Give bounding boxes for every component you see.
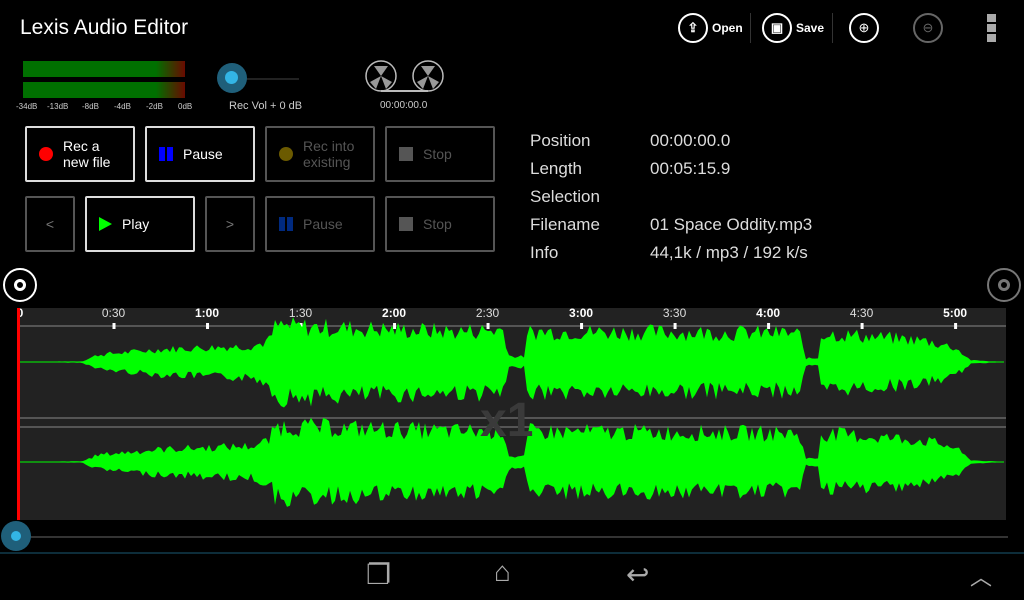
length-value: 00:05:15.9 <box>650 159 731 178</box>
db-label: -4dB <box>114 102 131 111</box>
stop-record-button[interactable]: Stop <box>385 126 495 182</box>
timeline-label: 2:00 <box>382 306 407 320</box>
info-values: 00:00:00.0 00:05:15.9 01 Space Oddity.mp… <box>650 127 812 267</box>
next-label: > <box>225 216 235 232</box>
open-button[interactable]: ⇪ Open <box>678 13 743 43</box>
prev-label: < <box>45 216 55 232</box>
zoom-level-label: x1 <box>480 394 534 447</box>
recent-apps-icon[interactable]: ❐ <box>366 558 391 591</box>
timeline-tick <box>954 323 958 329</box>
app-title: Lexis Audio Editor <box>20 16 189 39</box>
rec-into-existing-button[interactable]: Rec into existing <box>265 126 375 182</box>
timeline-tick <box>673 323 677 329</box>
timeline-label: 1:00 <box>195 306 220 320</box>
timeline-tick <box>860 323 864 329</box>
timeline-label: 0:30 <box>101 306 126 320</box>
info-labels: Position Length Selection Filename Info <box>530 127 600 267</box>
db-label: -34dB <box>16 102 38 111</box>
level-meter-right <box>23 82 185 98</box>
info-value: 44,1k / mp3 / 192 k/s <box>650 243 808 262</box>
open-file-icon: ⇪ <box>678 13 708 43</box>
timeline-label: 3:30 <box>662 306 687 320</box>
level-meter-left <box>23 61 185 77</box>
stop-label: Stop <box>423 216 452 232</box>
db-label: -8dB <box>82 102 99 111</box>
tape-time: 00:00:00.0 <box>380 100 428 111</box>
rec-existing-label: Rec into existing <box>303 138 355 170</box>
save-button[interactable]: ▣ Save <box>762 13 824 43</box>
info-label: Position <box>530 131 591 150</box>
menu-up-icon[interactable]: ︿ <box>970 560 992 592</box>
timeline-tick <box>486 323 490 329</box>
timeline-tick <box>112 323 116 329</box>
play-button[interactable]: Play <box>85 196 195 252</box>
timeline-tick <box>580 323 584 329</box>
db-label: -13dB <box>47 102 69 111</box>
zoom-out-icon[interactable]: ⊖ <box>913 13 943 43</box>
pause-record-button[interactable]: Pause <box>145 126 255 182</box>
rec-new-label: Rec a new file <box>63 138 111 170</box>
timeline-tick <box>206 323 210 329</box>
stop-icon <box>399 147 413 161</box>
timeline-label: 1:30 <box>288 306 313 320</box>
filename-value: 01 Space Oddity.mp3 <box>650 215 813 234</box>
record-icon <box>39 147 53 161</box>
pause-play-button[interactable]: Pause <box>265 196 375 252</box>
db-label: -2dB <box>146 102 163 111</box>
overflow-menu-icon[interactable] <box>987 14 996 42</box>
position-value: 00:00:00.0 <box>650 131 731 150</box>
prev-button[interactable]: < <box>25 196 75 252</box>
divider <box>832 13 833 43</box>
timeline-tick <box>393 323 397 329</box>
tape-reels-icon <box>365 60 444 92</box>
zoom-in-icon[interactable]: ⊕ <box>849 13 879 43</box>
pause-icon <box>159 147 173 161</box>
timeline-tick <box>767 323 771 329</box>
timeline-label: 5:00 <box>943 306 968 320</box>
home-icon[interactable]: ⌂ <box>494 556 511 588</box>
play-label: Play <box>122 216 150 232</box>
stop-label: Stop <box>423 146 452 162</box>
play-icon <box>99 217 112 231</box>
info-label: Filename <box>530 215 600 234</box>
pause-label: Pause <box>303 216 343 232</box>
position-scrollbar[interactable] <box>18 536 1008 538</box>
navigation-bar: ❐ ⌂ ↩ ︿ <box>0 552 1024 600</box>
timeline-label: 4:00 <box>756 306 781 320</box>
timeline-label: 4:30 <box>849 306 874 320</box>
save-icon: ▣ <box>762 13 792 43</box>
db-label: 0dB <box>178 102 193 111</box>
stop-play-button[interactable]: Stop <box>385 196 495 252</box>
stop-icon <box>399 217 413 231</box>
playhead-cursor[interactable] <box>17 308 20 520</box>
record-icon <box>279 147 293 161</box>
back-icon[interactable]: ↩ <box>626 558 649 591</box>
start-marker-pin-icon[interactable] <box>3 268 37 302</box>
info-label: Info <box>530 243 559 262</box>
pause-icon <box>279 217 293 231</box>
position-thumb[interactable] <box>1 521 31 551</box>
selection-value <box>650 183 812 211</box>
info-label: Selection <box>530 187 600 206</box>
rec-volume-thumb[interactable] <box>217 63 247 93</box>
rec-volume-label: Rec Vol + 0 dB <box>229 100 303 112</box>
timeline-label: 3:00 <box>569 306 594 320</box>
open-label: Open <box>712 21 743 35</box>
info-label: Length <box>530 159 582 178</box>
timeline-label: 2:30 <box>475 306 500 320</box>
waveform-area[interactable]: 00-3-3-6-6-9-9-11-11-21-21 x1 <box>6 308 1006 520</box>
save-label: Save <box>796 21 825 35</box>
divider <box>750 13 751 43</box>
pause-label: Pause <box>183 146 223 162</box>
rec-new-file-button[interactable]: Rec a new file <box>25 126 135 182</box>
next-button[interactable]: > <box>205 196 255 252</box>
end-marker-pin-icon[interactable] <box>987 268 1021 302</box>
